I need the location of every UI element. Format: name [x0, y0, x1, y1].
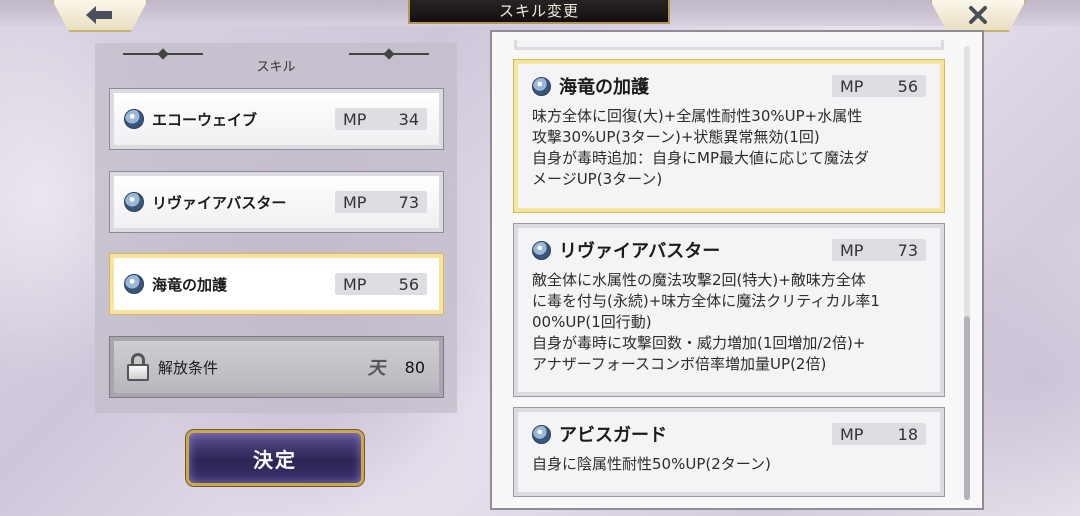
mp-badge: MP 56 — [832, 75, 926, 97]
decide-button[interactable]: 決定 — [185, 429, 365, 487]
mp-value: 56 — [398, 274, 419, 294]
detail-card-leviathan-buster[interactable]: リヴァイアバスター MP 73 敵全体に水属性の魔法攻撃2回(特大)+敵味方全体… — [513, 223, 945, 397]
skill-gem-icon — [532, 424, 551, 444]
unlock-requirement: 天 80 — [366, 354, 425, 380]
skill-gem-icon — [532, 240, 551, 260]
previous-card-edge — [514, 40, 944, 50]
scrollbar-thumb[interactable] — [964, 316, 970, 500]
mp-badge: MP 34 — [335, 108, 427, 130]
detail-scrollbar[interactable] — [964, 46, 970, 500]
mp-label: MP — [840, 76, 864, 96]
detail-card-sea-dragon-blessing[interactable]: 海竜の加護 MP 56 味方全体に回復(大)+全属性耐性30%UP+水属性 攻撃… — [513, 59, 945, 213]
back-arrow-icon — [86, 6, 112, 24]
mp-label: MP — [343, 192, 367, 212]
mp-value: 73 — [398, 192, 419, 212]
detail-card-description: 味方全体に回復(大)+全属性耐性30%UP+水属性 攻撃30%UP(3ターン)+… — [532, 107, 869, 188]
close-x-icon — [969, 6, 987, 24]
mp-badge: MP 73 — [832, 239, 926, 261]
mp-label: MP — [840, 240, 864, 260]
page-title: スキル変更 — [408, 0, 670, 24]
mp-value: 34 — [398, 109, 419, 129]
detail-card-description: 敵全体に水属性の魔法攻撃2回(特大)+敵味方全体 に毒を付与(永続)+味方全体に… — [532, 271, 880, 373]
mp-badge: MP 18 — [832, 423, 926, 445]
unlock-condition-label: 解放条件 — [158, 358, 219, 377]
skill-item-label: リヴァイアバスター — [152, 193, 287, 212]
skill-item-echo-wave[interactable]: エコーウェイブ MP 34 — [109, 88, 444, 150]
skill-item-label: エコーウェイブ — [152, 110, 258, 129]
detail-card-title: 海竜の加護 — [559, 77, 649, 98]
detail-card-title: アビスガード — [559, 425, 667, 446]
unlock-condition-button[interactable]: 解放条件 天 80 — [109, 336, 444, 398]
skill-gem-icon — [124, 274, 144, 294]
detail-card-abyss-guard[interactable]: アビスガード MP 18 自身に陰属性耐性50%UP(2ターン) — [513, 407, 945, 497]
ten-icon: 天 — [366, 358, 389, 379]
skill-item-leviathan-buster[interactable]: リヴァイアバスター MP 73 — [109, 171, 444, 233]
skill-gem-icon — [532, 76, 551, 96]
detail-card-title: リヴァイアバスター — [559, 241, 721, 262]
lock-icon — [126, 353, 150, 381]
mp-label: MP — [840, 424, 864, 444]
detail-card-description: 自身に陰属性耐性50%UP(2ターン) — [532, 455, 771, 473]
mp-badge: MP 56 — [335, 273, 427, 295]
mp-label: MP — [343, 109, 367, 129]
mp-value: 73 — [897, 240, 918, 260]
skill-list-panel: スキル エコーウェイブ MP 34 リヴァイアバスター MP 73 海竜の加護 … — [95, 43, 457, 413]
skill-gem-icon — [124, 109, 144, 129]
mp-value: 56 — [897, 76, 918, 96]
skill-item-sea-dragon-blessing[interactable]: 海竜の加護 MP 56 — [109, 253, 444, 315]
mp-label: MP — [343, 274, 367, 294]
header-ornament-right — [349, 53, 429, 55]
mp-value: 18 — [897, 424, 918, 444]
unlock-requirement-value: 80 — [404, 357, 425, 377]
skill-list-heading: スキル — [256, 59, 296, 75]
skill-detail-panel[interactable]: 海竜の加護 MP 56 味方全体に回復(大)+全属性耐性30%UP+水属性 攻撃… — [490, 30, 984, 510]
skill-gem-icon — [124, 192, 144, 212]
skill-item-label: 海竜の加護 — [152, 275, 228, 294]
mp-badge: MP 73 — [335, 191, 427, 213]
